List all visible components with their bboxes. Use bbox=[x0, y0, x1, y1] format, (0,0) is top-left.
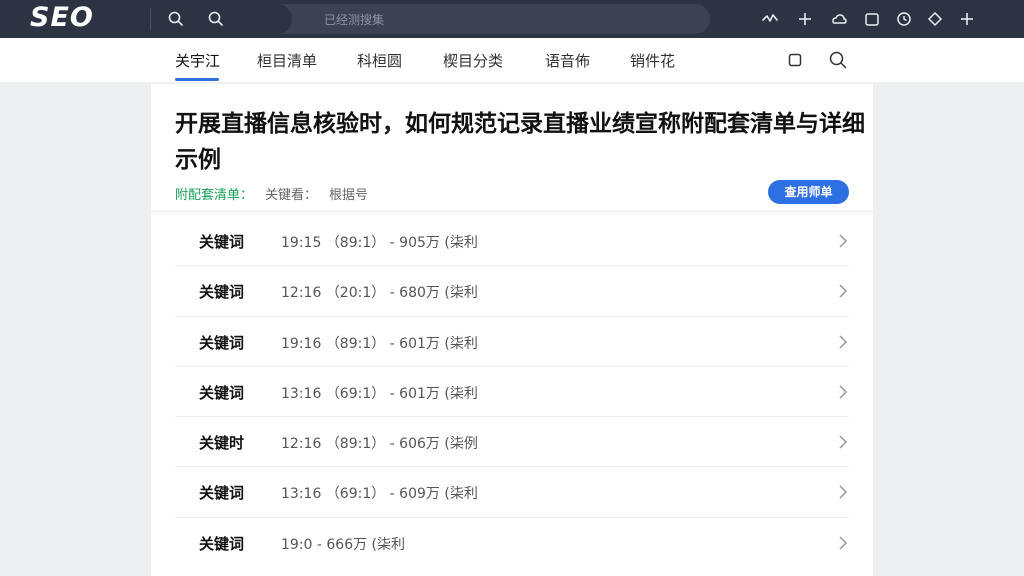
meta-label: 关键看： bbox=[265, 188, 318, 203]
nav-item[interactable]: 科桓圆 bbox=[357, 50, 402, 71]
list-item[interactable]: 关键词 13:16 （69:1） - 601万 (柒利 bbox=[175, 367, 849, 418]
search-toggle[interactable] bbox=[244, 4, 292, 34]
row-keyword: 关键词 bbox=[199, 534, 245, 553]
chevron-right-icon bbox=[837, 535, 849, 551]
article-title: 开展直播信息核验时，如何规范记录直播业绩宣称附配套清单与详细示例 bbox=[175, 111, 865, 173]
activity-icon[interactable] bbox=[760, 9, 780, 29]
row-keyword: 关键词 bbox=[199, 283, 245, 302]
chevron-right-icon bbox=[837, 484, 849, 500]
cloud-icon[interactable] bbox=[829, 9, 849, 29]
row-value: 19:16 （89:1） - 601万 (柒利 bbox=[281, 335, 478, 352]
plus-icon[interactable] bbox=[957, 9, 977, 29]
chevron-right-icon bbox=[837, 334, 849, 350]
row-value: 13:16 （69:1） - 609万 (柒利 bbox=[281, 486, 478, 503]
top-bar: SEO 已经测搜集 bbox=[0, 0, 1024, 38]
nav-active-indicator bbox=[175, 78, 219, 81]
nav-item[interactable]: 语音佈 bbox=[545, 50, 590, 71]
cta-button[interactable]: 查用师单 bbox=[768, 180, 849, 204]
row-value: 13:16 （69:1） - 601万 (柒利 bbox=[281, 385, 478, 402]
search-placeholder: 已经测搜集 bbox=[324, 13, 385, 27]
row-value: 19:15 （89:1） - 905万 (柒利 bbox=[281, 235, 478, 251]
search-input[interactable]: 已经测搜集 bbox=[244, 4, 710, 34]
folder-icon[interactable] bbox=[862, 9, 882, 29]
list-item[interactable]: 关键词 19:0 - 666万 (柒利 bbox=[175, 518, 849, 568]
square-icon[interactable] bbox=[785, 50, 805, 70]
nav-item[interactable]: 楔目分类 bbox=[443, 50, 503, 71]
nav-item[interactable]: 桓目清单 bbox=[257, 50, 317, 71]
row-value: 12:16 （20:1） - 680万 (柒利 bbox=[281, 285, 478, 302]
list-item[interactable]: 关键词 12:16 （20:1） - 680万 (柒利 bbox=[175, 266, 849, 317]
list-item[interactable]: 关键词 19:15 （89:1） - 905万 (柒利 bbox=[175, 216, 849, 267]
list-item[interactable]: 关键时 12:16 （89:1） - 606万 (柒例 bbox=[175, 417, 849, 468]
row-value: 12:16 （89:1） - 606万 (柒例 bbox=[281, 436, 478, 453]
row-keyword: 关键词 bbox=[199, 484, 245, 503]
list-item[interactable]: 关键词 19:16 （89:1） - 601万 (柒利 bbox=[175, 317, 849, 367]
row-value: 19:0 - 666万 (柒利 bbox=[281, 536, 406, 553]
meta-value: 根据号 bbox=[329, 188, 369, 203]
keyword-list: 关键词 19:15 （89:1） - 905万 (柒利 关键词 12:16 （2… bbox=[175, 216, 849, 568]
chevron-right-icon bbox=[837, 233, 849, 249]
chevron-right-icon bbox=[837, 384, 849, 400]
search-icon[interactable] bbox=[166, 9, 186, 29]
list-item[interactable]: 关键词 13:16 （69:1） - 609万 (柒利 bbox=[175, 467, 849, 518]
nav-bar: 关宇江 桓目清单 科桓圆 楔目分类 语音佈 销件花 bbox=[0, 38, 1024, 82]
divider bbox=[150, 8, 151, 30]
plus-icon[interactable] bbox=[795, 9, 815, 29]
chevron-right-icon bbox=[837, 283, 849, 299]
row-keyword: 关键时 bbox=[199, 434, 245, 453]
logo: SEO bbox=[30, 2, 94, 33]
article-panel: 开展直播信息核验时，如何规范记录直播业绩宣称附配套清单与详细示例 附配套清单： 关… bbox=[151, 84, 873, 576]
search-icon[interactable] bbox=[206, 9, 226, 29]
article-meta: 附配套清单： 关键看： 根据号 bbox=[175, 184, 368, 203]
row-keyword: 关键词 bbox=[199, 383, 245, 402]
clock-icon[interactable] bbox=[894, 9, 914, 29]
search-icon[interactable] bbox=[828, 50, 848, 70]
nav-item[interactable]: 销件花 bbox=[630, 50, 675, 71]
nav-item[interactable]: 关宇江 bbox=[175, 50, 220, 71]
row-keyword: 关键词 bbox=[199, 233, 245, 251]
row-keyword: 关键词 bbox=[199, 333, 245, 352]
diamond-icon[interactable] bbox=[925, 9, 945, 29]
chevron-right-icon bbox=[837, 434, 849, 450]
meta-tag[interactable]: 附配套清单： bbox=[175, 188, 253, 203]
